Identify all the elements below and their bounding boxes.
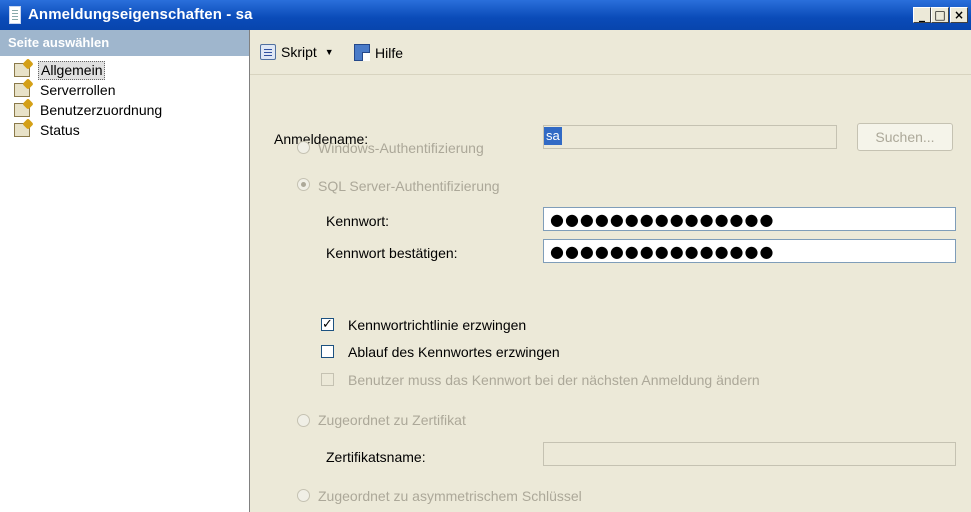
page-icon <box>14 123 30 137</box>
certificate-name-field[interactable] <box>543 442 956 466</box>
certificate-mapped-label: Zugeordnet zu Zertifikat <box>318 412 466 428</box>
certificate-mapped-radio[interactable] <box>297 414 310 427</box>
nav-item-status[interactable]: Status <box>0 120 249 140</box>
dropdown-arrow-icon[interactable]: ▼ <box>325 47 334 57</box>
help-icon <box>354 44 370 61</box>
search-button[interactable]: Suchen... <box>857 123 953 151</box>
nav-item-label: Status <box>40 122 80 138</box>
confirm-password-field[interactable]: ●●●●●●●●●●●●●●● <box>543 239 956 263</box>
nav-item-label: Benutzerzuordnung <box>40 102 163 118</box>
enforce-expiration-checkbox[interactable] <box>321 345 334 358</box>
toolbar: Skript ▼ Hilfe <box>250 30 971 75</box>
page-icon <box>14 83 30 97</box>
confirm-password-label: Kennwort bestätigen: <box>326 245 458 261</box>
window-icon <box>9 6 21 24</box>
confirm-password-value: ●●●●●●●●●●●●●●● <box>550 242 775 261</box>
window-title: Anmeldungseigenschaften - sa <box>28 6 253 23</box>
login-name-field[interactable]: sa <box>543 125 837 149</box>
script-button[interactable]: Skript ▼ <box>260 44 334 60</box>
windows-auth-label: Windows-Authentifizierung <box>318 140 484 156</box>
maximize-button[interactable]: □ <box>931 7 949 23</box>
page-select-pane: Seite auswählen Allgemein Serverrollen B… <box>0 30 250 512</box>
nav-item-allgemein[interactable]: Allgemein <box>0 60 249 80</box>
login-name-value: sa <box>544 127 562 145</box>
nav-item-label: Serverrollen <box>40 82 116 98</box>
sql-auth-label: SQL Server-Authentifizierung <box>318 178 500 194</box>
windows-auth-radio[interactable] <box>297 141 310 154</box>
asymmetric-key-label: Zugeordnet zu asymmetrischem Schlüssel <box>318 488 582 504</box>
asymmetric-key-radio[interactable] <box>297 489 310 502</box>
password-field[interactable]: ●●●●●●●●●●●●●●● <box>543 207 956 231</box>
sql-auth-radio[interactable] <box>297 178 310 191</box>
page-icon <box>14 63 30 77</box>
script-icon <box>260 44 276 60</box>
close-button[interactable]: × <box>950 7 968 23</box>
nav-item-benutzerzuordnung[interactable]: Benutzerzuordnung <box>0 100 249 120</box>
minimize-button[interactable]: _ <box>913 7 931 23</box>
nav-item-serverrollen[interactable]: Serverrollen <box>0 80 249 100</box>
enforce-policy-checkbox[interactable]: ✓ <box>321 318 334 331</box>
nav-item-label: Allgemein <box>38 61 106 80</box>
must-change-checkbox[interactable] <box>321 373 334 386</box>
password-value: ●●●●●●●●●●●●●●● <box>550 210 775 229</box>
enforce-policy-label: Kennwortrichtlinie erzwingen <box>348 317 527 333</box>
page-icon <box>14 103 30 117</box>
help-label: Hilfe <box>375 44 404 61</box>
password-label: Kennwort: <box>326 213 390 229</box>
script-label: Skript <box>281 44 317 60</box>
enforce-expiration-label: Ablauf des Kennwortes erzwingen <box>348 344 560 360</box>
certificate-name-label: Zertifikatsname: <box>326 449 426 465</box>
help-button[interactable]: Hilfe <box>354 44 403 61</box>
page-select-header: Seite auswählen <box>0 30 249 56</box>
must-change-label: Benutzer muss das Kennwort bei der nächs… <box>348 372 760 388</box>
title-bar[interactable]: Anmeldungseigenschaften - sa _ □ × <box>0 0 971 30</box>
